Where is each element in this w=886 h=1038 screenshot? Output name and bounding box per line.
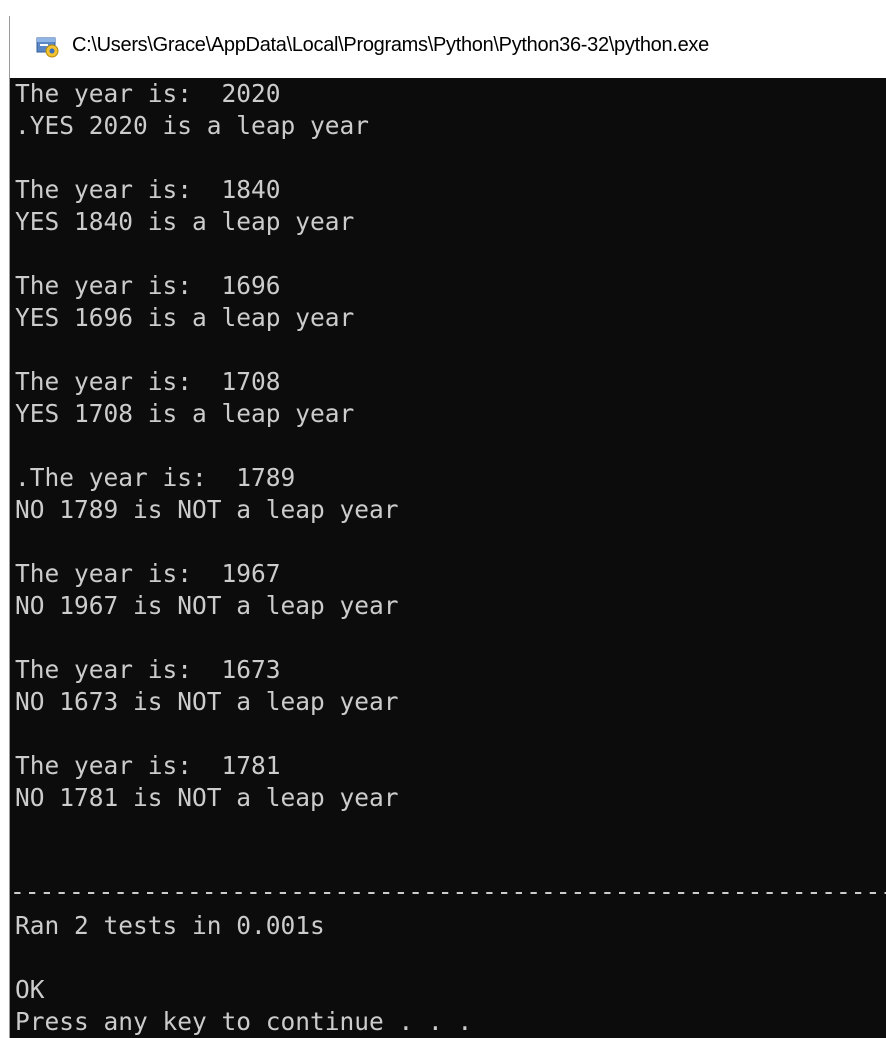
window-title: C:\Users\Grace\AppData\Local\Programs\Py… [72,34,709,56]
console-output[interactable]: The year is: 2020 .YES 2020 is a leap ye… [10,78,886,1038]
console-line: NO 1673 is NOT a leap year [15,687,399,716]
console-line: OK [15,975,45,1004]
console-window[interactable]: C:\Users\Grace\AppData\Local\Programs\Py… [10,16,886,1038]
console-line: NO 1789 is NOT a leap year [15,495,399,524]
console-line: NO 1967 is NOT a leap year [15,591,399,620]
title-bar[interactable]: C:\Users\Grace\AppData\Local\Programs\Py… [10,16,886,78]
console-line: The year is: 2020 [15,79,281,108]
python-console-icon [36,37,59,58]
console-line: NO 1781 is NOT a leap year [15,783,399,812]
test-separator-line: ----------------------------------------… [10,877,886,906]
console-line: YES 1840 is a leap year [15,207,355,236]
console-line: The year is: 1708 [15,367,281,396]
console-line: The year is: 1967 [15,559,281,588]
console-line: .The year is: 1789 [15,463,296,492]
console-line: YES 1708 is a leap year [15,399,355,428]
console-line: YES 1696 is a leap year [15,303,355,332]
console-line: Press any key to continue . . . [15,1007,473,1036]
console-line: The year is: 1840 [15,175,281,204]
console-line: The year is: 1673 [15,655,281,684]
console-line: .YES 2020 is a leap year [15,111,370,140]
console-line: The year is: 1781 [15,751,281,780]
console-line: The year is: 1696 [15,271,281,300]
console-line: Ran 2 tests in 0.001s [15,911,325,940]
